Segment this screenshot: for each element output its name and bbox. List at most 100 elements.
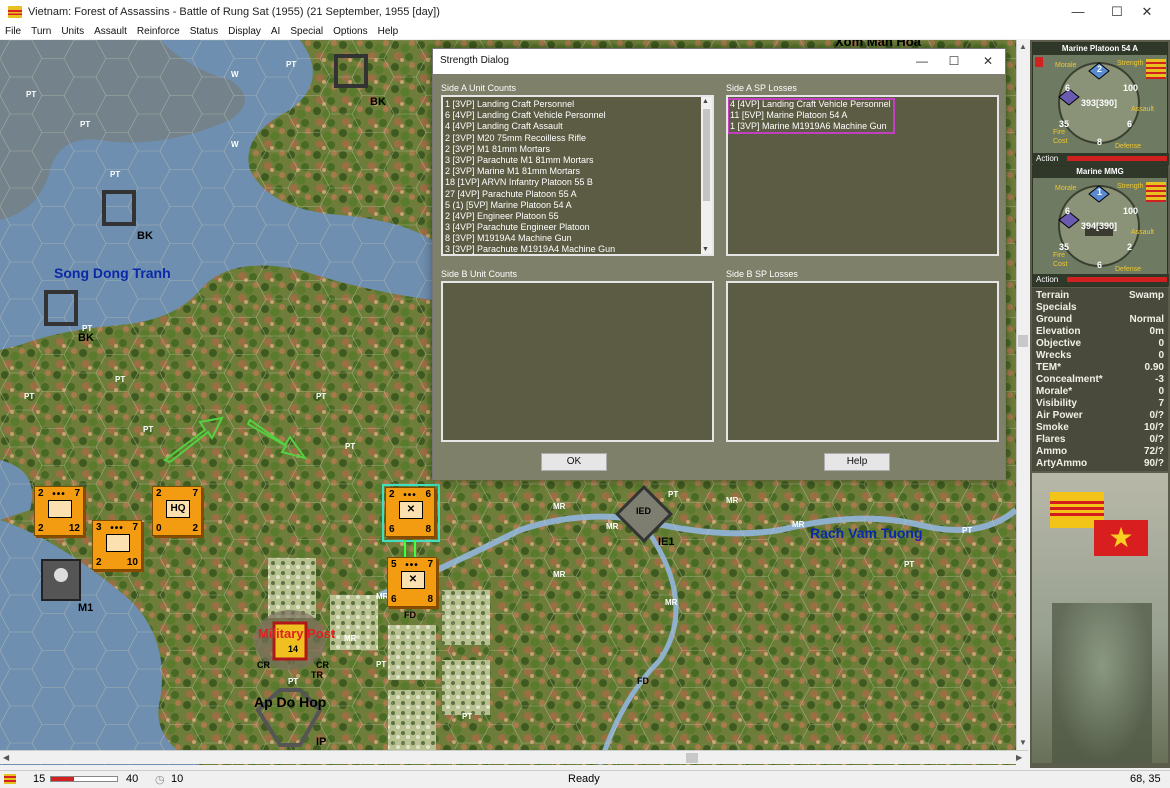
stat-key: Ground xyxy=(1036,314,1073,325)
stat-row: Wrecks 0 xyxy=(1036,350,1164,362)
menu-special[interactable]: Special xyxy=(285,26,328,37)
stat-row: Air Power 0/? xyxy=(1036,410,1164,422)
scroll-down-icon[interactable]: ▼ xyxy=(702,246,709,253)
side-flags-panel: ★ xyxy=(1032,473,1168,763)
dialog-minimize-button[interactable]: — xyxy=(905,49,939,73)
dialog-close-button[interactable]: ✕ xyxy=(971,49,1005,73)
menu-units[interactable]: Units xyxy=(56,26,89,37)
stat-key: Objective xyxy=(1036,338,1082,349)
menu-ai[interactable]: AI xyxy=(266,26,285,37)
list-item[interactable]: 5 (1) [5VP] Marine Platoon 54 A xyxy=(443,200,712,211)
list-item[interactable]: 27 [4VP] Parachute Platoon 55 A xyxy=(443,189,712,200)
list-item[interactable]: 3 [4VP] Parachute Engineer Platoon xyxy=(443,222,712,233)
scroll-thumb[interactable] xyxy=(1018,335,1028,347)
stat-value: 0 xyxy=(1158,386,1164,397)
list-item[interactable]: 11 [5VP] Marine Platoon 54 A xyxy=(728,110,891,121)
list-item[interactable]: 4 [4VP] Landing Craft Vehicle Personnel xyxy=(728,99,891,110)
close-button[interactable]: ✕ xyxy=(1124,0,1170,24)
counter-bottom-right: 10 xyxy=(126,557,138,568)
unit-card-title: Marine MMG xyxy=(1033,166,1167,178)
unit-card-marine-platoon[interactable]: Marine Platoon 54 A Morale Strength Assa… xyxy=(1032,42,1169,165)
size-dots-icon: ••• xyxy=(405,560,419,571)
selected-loss-group: 4 [4VP] Landing Craft Vehicle Personnel … xyxy=(728,98,895,134)
menu-display[interactable]: Display xyxy=(223,26,266,37)
help-button[interactable]: Help xyxy=(824,453,890,471)
hq-label: HQ xyxy=(166,500,190,518)
status-mid-number: 40 xyxy=(126,773,139,785)
counter-bottom-left: 2 xyxy=(38,523,44,534)
list-item[interactable]: 2 [3VP] Marine M1 81mm Mortars xyxy=(443,166,712,177)
list-item[interactable]: 6 [4VP] Landing Craft Vehicle Personnel xyxy=(443,110,712,121)
strength-flag-icon xyxy=(1146,182,1166,202)
dialog-maximize-button[interactable]: ☐ xyxy=(937,49,971,73)
card-left-value: 6 xyxy=(1065,206,1071,216)
scroll-up-icon[interactable]: ▲ xyxy=(1019,42,1027,51)
strength-flag-icon xyxy=(1146,59,1166,79)
stat-row: Morale* 0 xyxy=(1036,386,1164,398)
list-item[interactable]: 2 [3VP] M1 81mm Mortars xyxy=(443,144,712,155)
faction-marker-icon xyxy=(1035,57,1043,67)
menu-help[interactable]: Help xyxy=(373,26,404,37)
list-item[interactable]: 2 [4VP] Engineer Platoon 55 xyxy=(443,211,712,222)
progress-bar xyxy=(50,776,118,782)
scroll-thumb[interactable] xyxy=(686,753,698,763)
menu-reinforce[interactable]: Reinforce xyxy=(132,26,185,37)
menu-options[interactable]: Options xyxy=(328,26,372,37)
stat-row: Objective 0 xyxy=(1036,338,1164,350)
menu-assault[interactable]: Assault xyxy=(89,26,132,37)
list-item[interactable]: 3 [3VP] Parachute M1 81mm Mortars xyxy=(443,155,712,166)
selected-unit-counter[interactable]: 2 6 ••• ✕ 6 8 xyxy=(385,487,435,537)
viet-minh-flag-icon: ★ xyxy=(1094,520,1148,556)
menu-file[interactable]: File xyxy=(0,26,26,37)
mr-label: MR xyxy=(553,570,566,579)
size-dots-icon: ••• xyxy=(52,489,66,500)
stat-row: Specials xyxy=(1036,302,1164,314)
stat-row: TEM* 0.90 xyxy=(1036,362,1164,374)
menu-turn[interactable]: Turn xyxy=(26,26,56,37)
map-horizontal-scrollbar[interactable]: ◀ ▶ xyxy=(0,750,1028,764)
action-label: Action xyxy=(1036,154,1059,163)
scroll-down-icon[interactable]: ▼ xyxy=(1019,738,1027,747)
ok-button[interactable]: OK xyxy=(541,453,607,471)
hq-counter[interactable]: 2 7 HQ 0 2 xyxy=(152,486,202,536)
bunker-label-3: BK xyxy=(78,332,94,344)
list-scrollbar[interactable]: ▲ ▼ xyxy=(701,97,712,254)
side-a-counts-list[interactable]: 1 [3VP] Landing Craft Personnel 6 [4VP] … xyxy=(441,95,714,256)
unit-counter[interactable]: 5 7 ••• ✕ 6 8 xyxy=(387,557,437,607)
list-item[interactable]: 2 [3VP] M20 75mm Recoilless Rifle xyxy=(443,133,712,144)
mr-label: MR xyxy=(665,598,678,607)
menu-status[interactable]: Status xyxy=(185,26,223,37)
stat-value: 0/? xyxy=(1149,410,1164,421)
counter-bottom-left: 6 xyxy=(389,524,395,535)
title-bar: Vietnam: Forest of Assassins - Battle of… xyxy=(0,0,1170,24)
side-a-losses-list[interactable]: 4 [4VP] Landing Craft Vehicle Personnel … xyxy=(726,95,999,256)
stat-value: 0 xyxy=(1158,350,1164,361)
list-item[interactable]: 4 [4VP] Landing Craft Assault xyxy=(443,121,712,132)
fd-label-1: FD xyxy=(404,610,416,620)
scroll-left-icon[interactable]: ◀ xyxy=(3,753,9,762)
stat-key: Wrecks xyxy=(1036,350,1072,361)
scroll-up-icon[interactable]: ▲ xyxy=(702,98,709,105)
scroll-right-icon[interactable]: ▶ xyxy=(1016,753,1022,762)
list-item[interactable]: 3 [3VP] Parachute M1919A4 Machine Gun xyxy=(443,244,712,254)
scroll-thumb[interactable] xyxy=(703,109,710,201)
list-item[interactable]: 1 [3VP] Marine M1919A6 Machine Gun xyxy=(728,121,891,132)
list-item[interactable]: 8 [3VP] M1919A4 Machine Gun xyxy=(443,233,712,244)
assault-label: Assault xyxy=(1131,106,1154,113)
pt-label: PT xyxy=(962,526,973,535)
pt-label: PT xyxy=(668,490,679,499)
unit-card-marine-mmg[interactable]: Marine MMG Morale Strength Assault Fire … xyxy=(1032,165,1169,287)
side-b-losses-list[interactable] xyxy=(726,281,999,442)
side-b-counts-list[interactable] xyxy=(441,281,714,442)
counter-top-left: 2 xyxy=(156,488,162,499)
stat-value: 0 xyxy=(1158,338,1164,349)
map-vertical-scrollbar[interactable]: ▲ ▼ xyxy=(1016,40,1028,750)
list-item[interactable]: 18 [1VP] ARVN Infantry Platoon 55 B xyxy=(443,177,712,188)
stat-key: Smoke xyxy=(1036,422,1069,433)
terrain-stats: Terrain Swamp Specials Ground Normal Eleva… xyxy=(1032,288,1168,471)
counter-bottom-left: 0 xyxy=(156,523,162,534)
unit-counter[interactable]: 3 7 ••• 2 10 xyxy=(92,520,142,570)
stat-key: ArtyAmmo xyxy=(1036,458,1088,469)
unit-counter[interactable]: 2 7 ••• 2 12 xyxy=(34,486,84,536)
list-item[interactable]: 1 [3VP] Landing Craft Personnel xyxy=(443,99,712,110)
